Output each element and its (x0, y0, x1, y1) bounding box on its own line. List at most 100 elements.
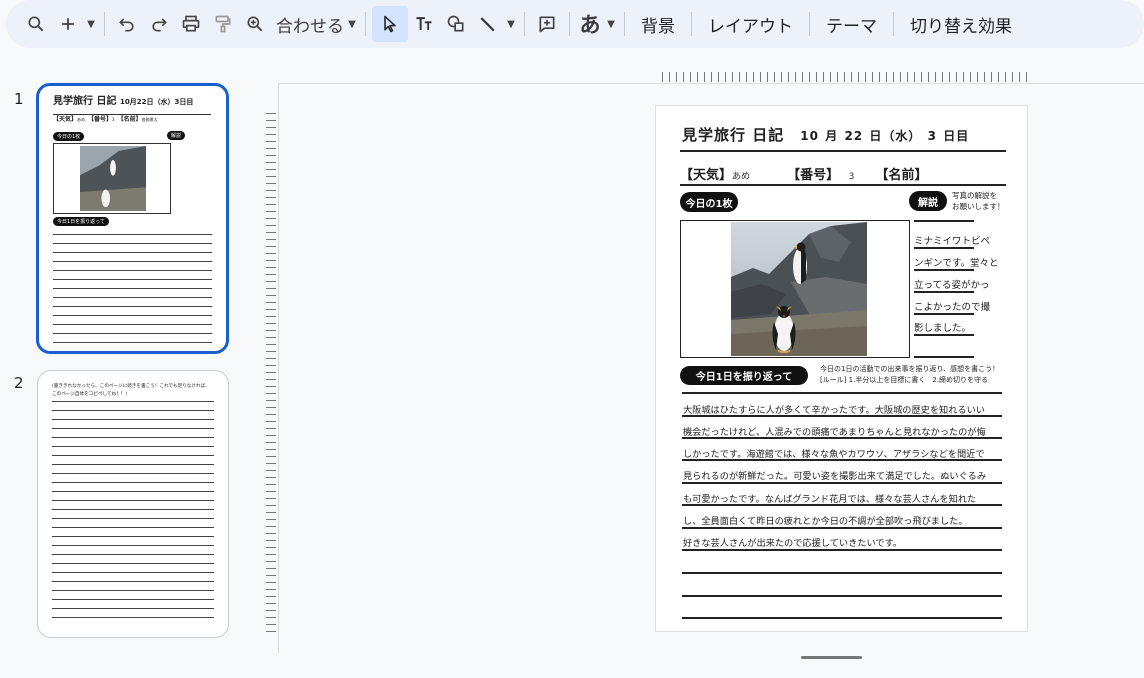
body-text-line-5[interactable]: も可愛かったです。なんばグランド花月では、様々な芸人さんを知れた (683, 491, 976, 505)
body-ruled-line (682, 527, 1002, 529)
caret-down-icon: ▼ (607, 18, 615, 30)
title-underline (680, 150, 1006, 152)
search-menus-button[interactable] (20, 6, 52, 42)
paint-roller-icon (215, 15, 231, 33)
zoom-button[interactable] (239, 6, 271, 42)
font-style-button[interactable]: あ (576, 6, 604, 42)
toolbar-divider (624, 12, 625, 36)
caption-line-5[interactable]: 影しました。 (914, 320, 971, 334)
text-box-button[interactable] (408, 6, 440, 42)
penguin-photo[interactable] (731, 222, 867, 356)
thumb-photo-pill: 今日の1枚 (53, 132, 85, 141)
line-dropdown[interactable]: ▼ (504, 6, 518, 42)
thumb-reflect-pill: 今日1日を振り返って (53, 217, 109, 226)
shape-button[interactable] (440, 6, 472, 42)
undo-button[interactable] (111, 6, 143, 42)
photo-pill[interactable]: 今日の1枚 (680, 192, 738, 212)
reflect-pill[interactable]: 今日1日を振り返って (680, 366, 808, 385)
slide-thumbnail-1[interactable]: 見学旅行 日記 10月22日（水）3日目 【天気】あめ 【番号】3 【名前】各務… (36, 83, 229, 354)
body-ruled-line (682, 504, 1002, 506)
zoom-fit-select[interactable]: 合わせる (271, 6, 345, 42)
redo-button[interactable] (143, 6, 175, 42)
caption-line-4[interactable]: こよかったので撮 (914, 299, 990, 313)
add-comment-icon (539, 16, 555, 33)
body-ruled-line (682, 617, 1002, 619)
new-slide-dropdown[interactable]: ▼ (84, 6, 98, 42)
caption-line (914, 269, 974, 271)
caption-line (914, 291, 974, 293)
select-tool-button[interactable] (372, 6, 408, 42)
thumb-lines (53, 226, 212, 351)
body-text-line-2[interactable]: 機会だったけれど、人混みでの頭痛であまりちゃんと見れなかったのが悔 (683, 424, 986, 438)
toolbar-divider (893, 12, 894, 36)
caption-line-3[interactable]: 立ってる姿がかっ (914, 277, 990, 291)
body-text-line-7[interactable]: 好きな芸人さんが出来たので応援していきたいです。 (683, 535, 902, 549)
vertical-ruler (266, 113, 276, 633)
thumb2-lines (52, 393, 214, 618)
slide-number-1: 1 (14, 90, 24, 108)
cursor-arrow-icon (384, 15, 396, 33)
layout-button[interactable]: レイアウト (698, 6, 803, 42)
caption-line-2[interactable]: ンギンです。堂々と (914, 255, 999, 269)
comment-button[interactable] (531, 6, 563, 42)
zoom-dropdown[interactable]: ▼ (345, 6, 359, 42)
toolbar-divider (365, 12, 366, 36)
caption-line (914, 334, 974, 336)
caret-down-icon: ▼ (87, 18, 95, 30)
thumb-penguin-photo (80, 145, 146, 212)
caption-line (914, 313, 974, 315)
explain-pill[interactable]: 解説 (909, 191, 947, 211)
caret-down-icon: ▼ (507, 18, 515, 30)
toolbar-divider (691, 12, 692, 36)
reflect-note[interactable]: 今日の1日の活動での出来事を振り返り、感想を書こう！ [ルール] 1.半分以上を目… (820, 364, 999, 386)
body-text-line-1[interactable]: 大阪城はひたすらに人が多くて辛かったです。大阪城の歴史を知れるいい (683, 402, 985, 416)
slide-title[interactable]: 見学旅行 日記 10 月 22 日（水） 3 日目 (682, 124, 969, 145)
theme-button[interactable]: テーマ (816, 6, 887, 42)
caret-down-icon: ▼ (348, 18, 356, 30)
explain-note[interactable]: 写真の解説を お願いします！ (952, 190, 1005, 212)
body-text-line-3[interactable]: しかったです。海遊館では、様々な魚やカワウソ、アザラシなどを間近で (683, 446, 985, 460)
slide-thumbnail-2[interactable]: (書ききれなかったら、このページに続きを書こう！これでも足りなければ、このページ… (37, 370, 229, 638)
thumb-info: 【天気】あめ 【番号】3 【名前】各務景太 (53, 116, 158, 123)
penguin-image (731, 222, 867, 356)
toolbar-divider (809, 12, 810, 36)
toolbar: ▼ 合わせる ▼ ▼ あ ▼ 背景 レイアウト テーマ 切り替え効果 (6, 0, 1144, 48)
slide-number-2: 2 (14, 374, 24, 392)
zoom-in-icon (247, 16, 263, 32)
redo-icon (152, 18, 167, 32)
toolbar-divider (524, 12, 525, 36)
caption-line-1[interactable]: ミナミイワトビペ (914, 233, 990, 247)
background-button[interactable]: 背景 (631, 6, 685, 42)
caption-line (914, 356, 974, 358)
paint-format-button[interactable] (207, 6, 239, 42)
shape-icon (447, 15, 464, 32)
body-ruled-line (682, 437, 1002, 439)
body-text-line-6[interactable]: し、全員面白くて昨日の疲れとか今日の不調が全部吹っ飛びました。 (683, 513, 968, 527)
toolbar-divider (104, 12, 105, 36)
transition-button[interactable]: 切り替え効果 (900, 6, 1022, 42)
body-ruled-line (682, 482, 1002, 484)
print-button[interactable] (175, 6, 207, 42)
body-ruled-line (682, 459, 1002, 461)
zoom-fit-label: 合わせる (276, 16, 344, 37)
font-style-dropdown[interactable]: ▼ (604, 6, 618, 42)
info-underline (680, 184, 1006, 186)
speaker-notes-drag-handle[interactable] (801, 656, 862, 659)
line-button[interactable] (472, 6, 504, 42)
print-icon (182, 15, 200, 32)
body-ruled-line (682, 392, 1002, 394)
slide-page[interactable]: 見学旅行 日記 10 月 22 日（水） 3 日目 【天気】あめ 【番号】 3 … (655, 105, 1028, 632)
photo-frame[interactable] (680, 220, 910, 358)
plus-icon (62, 18, 74, 30)
body-ruled-line (682, 595, 1002, 597)
caption-line (914, 220, 974, 222)
body-ruled-line (682, 415, 1002, 417)
info-row[interactable]: 【天気】あめ 【番号】 3 【名前】 (680, 160, 928, 184)
new-slide-button[interactable] (52, 6, 84, 42)
line-icon (480, 17, 495, 32)
thumb-title: 見学旅行 日記 10月22日（水）3日目 (53, 96, 194, 107)
body-text-line-4[interactable]: 見られるのが新鮮だった。可愛い姿を撮影出来て満足でした。ぬいぐるみ (683, 468, 986, 482)
thumb-rule (53, 114, 211, 115)
text-box-icon (416, 17, 432, 30)
horizontal-ruler (662, 72, 1032, 82)
